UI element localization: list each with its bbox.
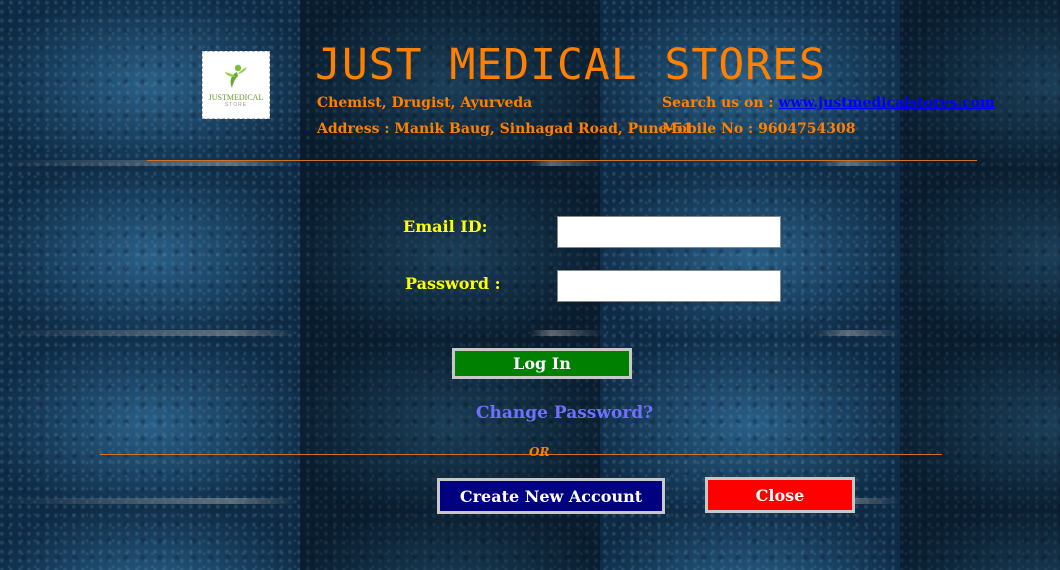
store-mobile: Mobile No : 9604754308 xyxy=(662,121,856,137)
logo-text: JUSTMEDICAL xyxy=(208,92,264,102)
login-button[interactable]: Log In xyxy=(452,348,632,379)
password-label: Password : xyxy=(405,274,501,293)
background-band xyxy=(0,330,1060,336)
store-tagline: Chemist, Drugist, Ayurveda xyxy=(317,95,533,111)
change-password-link[interactable]: Change Password? xyxy=(476,403,653,423)
close-button[interactable]: Close xyxy=(705,477,855,513)
search-label: Search us on : xyxy=(662,95,774,111)
store-address: Address : Manik Baug, Sinhagad Road, Pun… xyxy=(317,121,693,137)
search-us-line: Search us on : www.justmedicalstores.com xyxy=(662,95,995,111)
page-title: JUST MEDICAL STORES xyxy=(315,40,826,90)
or-divider xyxy=(100,454,942,455)
email-field[interactable] xyxy=(557,216,781,248)
password-field[interactable] xyxy=(557,270,781,302)
or-separator-label: OR xyxy=(529,445,550,459)
email-label: Email ID: xyxy=(403,217,488,236)
website-link[interactable]: www.justmedicalstores.com xyxy=(778,95,994,111)
create-account-button[interactable]: Create New Account xyxy=(437,478,665,514)
logo-subtext: STORE xyxy=(224,101,248,108)
header-divider xyxy=(147,160,977,161)
store-logo: JUSTMEDICAL STORE xyxy=(202,51,270,119)
background-shade xyxy=(900,0,1060,570)
leaf-person-icon xyxy=(225,64,247,88)
